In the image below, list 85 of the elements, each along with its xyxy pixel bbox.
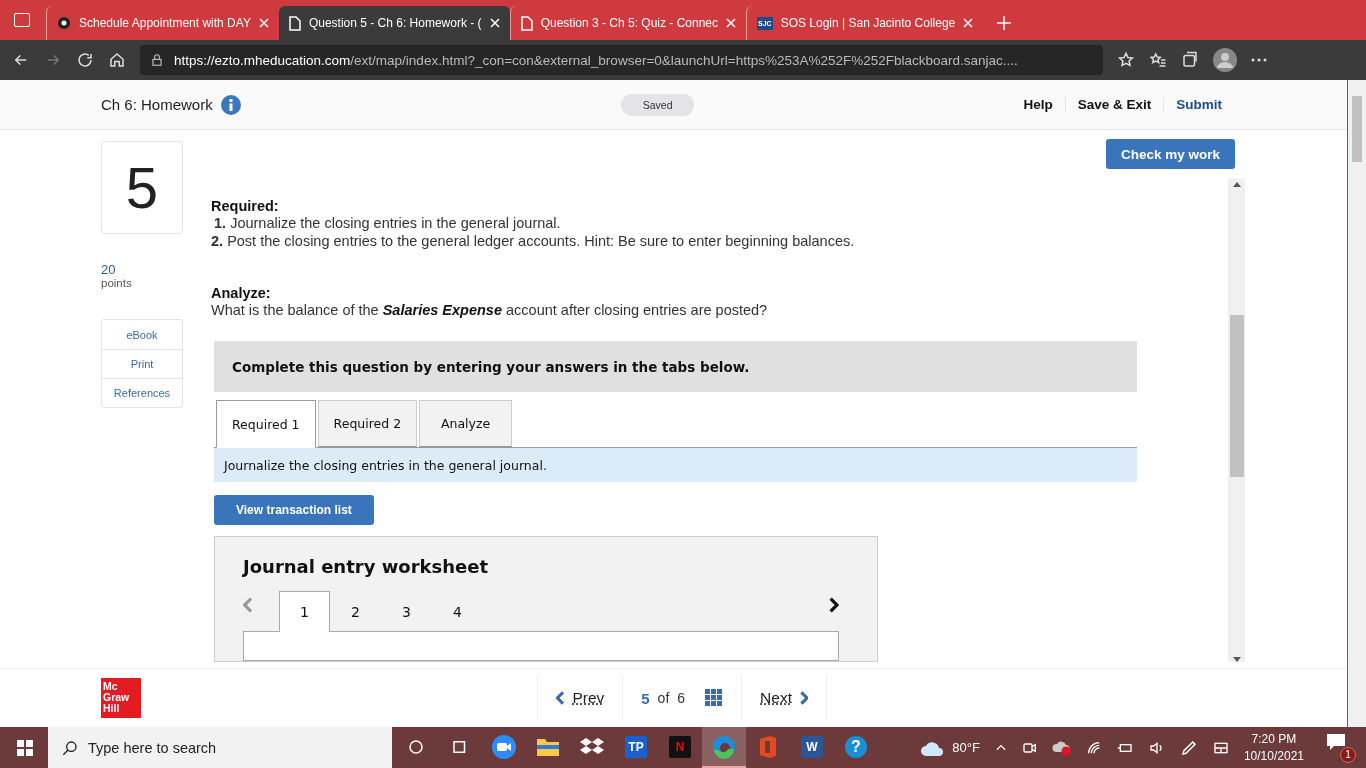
windows-start-icon[interactable] bbox=[17, 739, 33, 756]
search-icon bbox=[62, 739, 78, 756]
entry-tab[interactable]: 3 bbox=[381, 590, 432, 632]
entry-tab[interactable]: 1 bbox=[279, 590, 330, 632]
wifi-icon[interactable] bbox=[1085, 739, 1102, 756]
tp-logo: TP bbox=[625, 735, 647, 758]
clock[interactable]: 7:20 PM 10/10/2021 bbox=[1243, 730, 1304, 765]
saved-status: Saved bbox=[620, 93, 695, 116]
publisher-logo: Mc Graw Hill bbox=[101, 678, 141, 718]
info-icon[interactable] bbox=[220, 94, 241, 115]
view-transactions-button[interactable]: View transaction list bbox=[214, 494, 374, 525]
current-question: 5 bbox=[641, 689, 650, 707]
circle-icon bbox=[407, 737, 425, 756]
analyze-heading: Analyze: bbox=[211, 285, 272, 301]
tool-link[interactable]: Print bbox=[102, 349, 182, 378]
tool-link[interactable]: References bbox=[102, 378, 182, 407]
required-item: 2. Post the closing entries to the general ledger accounts. Hint: Be sure to enter beginning balances. bbox=[211, 232, 856, 250]
question-number: 5 bbox=[101, 141, 183, 234]
video-camera-icon bbox=[492, 734, 516, 759]
taskbar-app[interactable] bbox=[702, 727, 746, 768]
header-link[interactable]: Help bbox=[1011, 97, 1065, 112]
taskbar-app[interactable]: ? bbox=[834, 727, 878, 768]
office-icon bbox=[758, 734, 778, 759]
close-icon[interactable] bbox=[963, 18, 974, 28]
required-item: 1. Journalize the closing entries in the general journal. bbox=[213, 214, 562, 232]
close-icon[interactable] bbox=[258, 18, 269, 28]
previous-icon[interactable] bbox=[243, 596, 253, 613]
address-field[interactable]: https://ezto.mheducation.com/ext/map/index.html?_con=con&external_browser=0&launchUrl=https%253A%252F%252Fblackboard.sanjac.... bbox=[140, 45, 1103, 75]
netflix-logo: N bbox=[669, 735, 691, 758]
word-icon: W bbox=[801, 735, 823, 758]
analyze-question: What is the balance of the Salaries Expense account after closing entries are posted? bbox=[211, 301, 769, 319]
close-icon[interactable] bbox=[489, 18, 500, 28]
refresh-icon[interactable] bbox=[76, 51, 94, 69]
tab-actions-icon[interactable] bbox=[14, 13, 30, 27]
previous-icon[interactable] bbox=[556, 691, 565, 705]
pen-icon[interactable] bbox=[1179, 738, 1198, 757]
document-icon bbox=[520, 15, 533, 31]
notifications-icon[interactable] bbox=[1326, 732, 1346, 751]
cloud-error-icon[interactable] bbox=[1051, 739, 1072, 756]
new-tab-icon[interactable] bbox=[997, 16, 1012, 30]
help-icon: ? bbox=[845, 735, 867, 758]
add-favorite-icon[interactable] bbox=[1117, 51, 1135, 69]
taskbar-app[interactable]: W bbox=[790, 727, 834, 768]
favorites-icon[interactable] bbox=[1149, 51, 1167, 69]
site-icon bbox=[57, 16, 71, 30]
tab-instruction: Journalize the closing entries in the general journal. bbox=[214, 448, 1137, 482]
taskbar-app[interactable]: N bbox=[658, 727, 702, 768]
prev-link[interactable]: Prev bbox=[572, 689, 605, 707]
next-icon[interactable] bbox=[829, 596, 839, 613]
notification-badge: 1 bbox=[1340, 746, 1356, 763]
answer-tab[interactable]: Required 2 bbox=[317, 400, 418, 448]
entry-tab[interactable]: 4 bbox=[432, 590, 483, 632]
lock-icon bbox=[150, 53, 164, 67]
check-work-button[interactable]: Check my work bbox=[1105, 139, 1235, 169]
points-value: 20 bbox=[101, 262, 117, 277]
header-link[interactable]: Submit bbox=[1163, 97, 1234, 112]
profile-avatar[interactable] bbox=[1213, 48, 1237, 72]
points-label: points bbox=[101, 277, 133, 289]
worksheet-title: Journal entry worksheet bbox=[243, 555, 490, 577]
collections-icon[interactable] bbox=[1181, 51, 1199, 69]
document-icon bbox=[288, 15, 301, 31]
answer-tab[interactable]: Required 1 bbox=[216, 400, 316, 449]
more-icon[interactable] bbox=[1251, 58, 1267, 62]
temperature: 80°F bbox=[952, 740, 980, 755]
entry-tab[interactable]: 2 bbox=[330, 590, 381, 632]
instruction-banner: Complete this question by entering your answers in the tabs below. bbox=[214, 341, 1137, 393]
cloud-icon bbox=[920, 739, 945, 756]
page-scrollbar[interactable] bbox=[1348, 80, 1366, 727]
browser-tab[interactable]: Question 5 - Ch 6: Homework - ( bbox=[278, 6, 510, 40]
tool-link[interactable]: eBook bbox=[102, 320, 182, 349]
required-heading: Required: bbox=[211, 198, 280, 214]
answer-tab[interactable]: Analyze bbox=[419, 400, 513, 448]
url-text: https://ezto.mheducation.com/ext/map/index.html?_con=con&external_browser=0&launchUrl=https%253A%252F%252Fblackboard.sanjac.... bbox=[174, 52, 1018, 68]
taskbar-search-field[interactable]: Type here to search bbox=[48, 727, 392, 768]
edge-icon bbox=[712, 734, 736, 759]
total-questions: 6 bbox=[677, 690, 686, 706]
next-link[interactable]: Next bbox=[760, 689, 792, 707]
assignment-title: Ch 6: Homework bbox=[101, 96, 213, 113]
grid-icon[interactable] bbox=[705, 689, 724, 707]
close-icon[interactable] bbox=[726, 18, 737, 28]
taskbar-app[interactable]: TP bbox=[614, 727, 658, 768]
header-link[interactable]: Save & Exit bbox=[1064, 97, 1164, 112]
scrollbar[interactable] bbox=[1228, 178, 1245, 662]
of-label: of bbox=[657, 690, 670, 706]
home-icon[interactable] bbox=[108, 51, 126, 69]
